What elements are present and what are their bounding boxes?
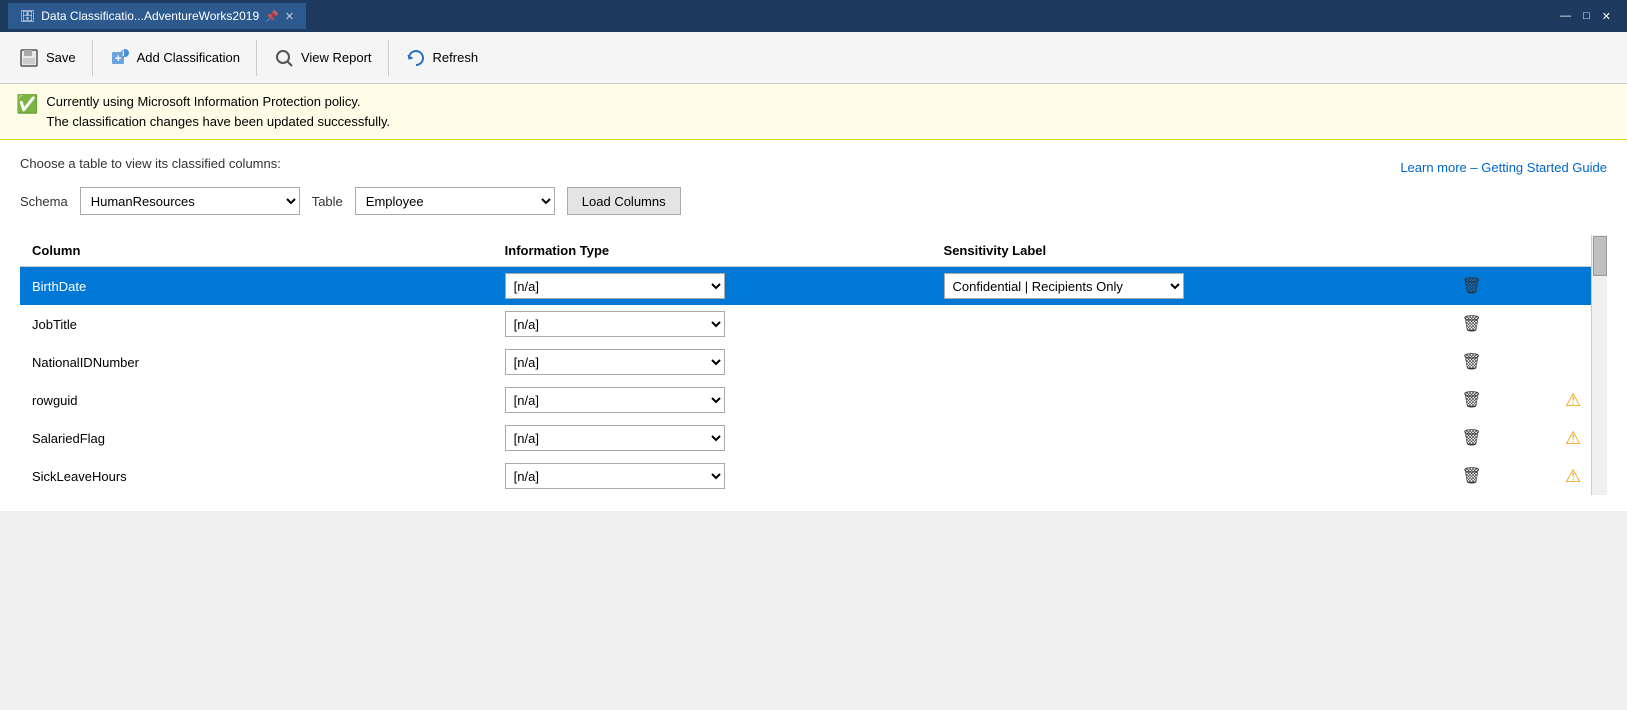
delete-row-button[interactable]: 🗑 xyxy=(1456,312,1488,336)
sensitivity-label-cell xyxy=(932,343,1405,381)
maximize-btn[interactable]: □ xyxy=(1583,10,1590,23)
toolbar-divider-2 xyxy=(256,40,257,76)
table-row[interactable]: rowguid [n/a] 🗑 ⚠ xyxy=(20,381,1607,419)
table-row[interactable]: SickLeaveHours [n/a] 🗑 ⚠ xyxy=(20,457,1607,495)
info-type-dropdown[interactable]: [n/a] xyxy=(505,349,725,375)
save-button[interactable]: Save xyxy=(8,38,86,78)
table-wrapper: Column Information Type Sensitivity Labe… xyxy=(20,235,1607,495)
scrollbar-track[interactable] xyxy=(1591,235,1607,495)
delete-cell: 🗑 xyxy=(1404,343,1539,381)
add-classification-label: Add Classification xyxy=(137,50,240,65)
svg-text:i: i xyxy=(122,48,125,58)
refresh-icon xyxy=(405,47,427,69)
message-text: Currently using Microsoft Information Pr… xyxy=(46,92,390,131)
actions-header xyxy=(1404,235,1539,267)
title-bar-left: 🗄 Data Classificatio...AdventureWorks201… xyxy=(8,3,306,29)
info-type-dropdown[interactable]: [n/a] xyxy=(505,387,725,413)
svg-text:+: + xyxy=(115,53,121,65)
delete-row-button[interactable]: 🗑 xyxy=(1456,426,1488,450)
sensitivity-label-cell: PersonalPublicGeneralConfidential | Reci… xyxy=(932,267,1405,306)
tab-title: Data Classificatio...AdventureWorks2019 xyxy=(41,9,259,23)
close-btn[interactable]: ✕ xyxy=(1602,10,1611,23)
delete-row-button[interactable]: 🗑 xyxy=(1456,388,1488,412)
save-icon xyxy=(18,47,40,69)
info-type-dropdown[interactable]: [n/a] xyxy=(505,273,725,299)
info-type-cell: [n/a] xyxy=(493,343,932,381)
table-header-row: Column Information Type Sensitivity Labe… xyxy=(20,235,1607,267)
info-type-header: Information Type xyxy=(493,235,932,267)
learn-more-link[interactable]: Learn more – Getting Started Guide xyxy=(1400,160,1607,175)
schema-label: Schema xyxy=(20,194,68,209)
delete-cell: 🗑 xyxy=(1404,305,1539,343)
success-icon: ✅ xyxy=(16,94,38,115)
sensitivity-label-cell xyxy=(932,305,1405,343)
sensitivity-label-header: Sensitivity Label xyxy=(932,235,1405,267)
info-type-dropdown[interactable]: [n/a] xyxy=(505,463,725,489)
delete-row-button[interactable]: 🗑 xyxy=(1456,274,1488,298)
tab-close-icon[interactable]: ✕ xyxy=(285,10,294,23)
add-classification-button[interactable]: + i Add Classification xyxy=(99,38,250,78)
sensitivity-label-cell xyxy=(932,419,1405,457)
tab-db-icon: 🗄 xyxy=(20,9,35,23)
delete-cell: 🗑 xyxy=(1404,457,1539,495)
schema-dropdown[interactable]: HumanResources Person Production Sales xyxy=(80,187,300,215)
table-row[interactable]: SalariedFlag [n/a] 🗑 ⚠ xyxy=(20,419,1607,457)
minimize-btn[interactable]: — xyxy=(1560,10,1571,23)
info-type-cell: [n/a] xyxy=(493,305,932,343)
info-type-dropdown[interactable]: [n/a] xyxy=(505,425,725,451)
table-row[interactable]: NationalIDNumber [n/a] 🗑 xyxy=(20,343,1607,381)
table-label: Table xyxy=(312,194,343,209)
main-content: Choose a table to view its classified co… xyxy=(0,140,1627,511)
filter-row: Schema HumanResources Person Production … xyxy=(20,187,1607,215)
columns-table: Column Information Type Sensitivity Labe… xyxy=(20,235,1607,495)
delete-row-button[interactable]: 🗑 xyxy=(1456,350,1488,374)
column-name-cell: NationalIDNumber xyxy=(20,343,493,381)
scrollbar-thumb[interactable] xyxy=(1593,236,1607,276)
delete-cell: 🗑 xyxy=(1404,267,1539,306)
message-line1: Currently using Microsoft Information Pr… xyxy=(46,92,390,112)
tab-pin-icon[interactable]: 📌 xyxy=(265,10,279,23)
column-header: Column xyxy=(20,235,493,267)
info-type-cell: [n/a] xyxy=(493,381,932,419)
refresh-label: Refresh xyxy=(433,50,479,65)
warning-icon: ⚠ xyxy=(1565,428,1581,448)
view-report-button[interactable]: View Report xyxy=(263,38,382,78)
info-type-cell: [n/a] xyxy=(493,267,932,306)
sensitivity-label-cell xyxy=(932,457,1405,495)
sensitivity-label-dropdown[interactable]: PersonalPublicGeneralConfidential | Reci… xyxy=(944,273,1184,299)
title-bar: 🗄 Data Classificatio...AdventureWorks201… xyxy=(0,0,1627,32)
info-type-cell: [n/a] xyxy=(493,419,932,457)
table-dropdown[interactable]: Employee Department Shift xyxy=(355,187,555,215)
toolbar-divider-1 xyxy=(92,40,93,76)
toolbar: Save + i Add Classification View Report xyxy=(0,32,1627,84)
table-row[interactable]: BirthDate [n/a] PersonalPublicGeneralConfi… xyxy=(20,267,1607,306)
delete-cell: 🗑 xyxy=(1404,419,1539,457)
column-name-cell: SalariedFlag xyxy=(20,419,493,457)
message-line2: The classification changes have been upd… xyxy=(46,112,390,132)
info-type-cell: [n/a] xyxy=(493,457,932,495)
sensitivity-label-cell xyxy=(932,381,1405,419)
warning-icon: ⚠ xyxy=(1565,466,1581,486)
filter-row-top: Choose a table to view its classified co… xyxy=(20,156,1607,179)
toolbar-divider-3 xyxy=(388,40,389,76)
table-row[interactable]: JobTitle [n/a] 🗑 xyxy=(20,305,1607,343)
add-classification-icon: + i xyxy=(109,47,131,69)
info-type-dropdown[interactable]: [n/a] xyxy=(505,311,725,337)
column-name-cell: rowguid xyxy=(20,381,493,419)
view-report-icon xyxy=(273,47,295,69)
window-controls: — □ ✕ xyxy=(1560,10,1619,23)
load-columns-button[interactable]: Load Columns xyxy=(567,187,681,215)
choose-label: Choose a table to view its classified co… xyxy=(20,156,281,171)
column-name-cell: JobTitle xyxy=(20,305,493,343)
warning-icon: ⚠ xyxy=(1565,390,1581,410)
refresh-button[interactable]: Refresh xyxy=(395,38,489,78)
view-report-label: View Report xyxy=(301,50,372,65)
delete-cell: 🗑 xyxy=(1404,381,1539,419)
message-bar: ✅ Currently using Microsoft Information … xyxy=(0,84,1627,140)
title-tab[interactable]: 🗄 Data Classificatio...AdventureWorks201… xyxy=(8,3,306,29)
save-label: Save xyxy=(46,50,76,65)
delete-row-button[interactable]: 🗑 xyxy=(1456,464,1488,488)
column-name-cell: SickLeaveHours xyxy=(20,457,493,495)
column-name-cell: BirthDate xyxy=(20,267,493,306)
